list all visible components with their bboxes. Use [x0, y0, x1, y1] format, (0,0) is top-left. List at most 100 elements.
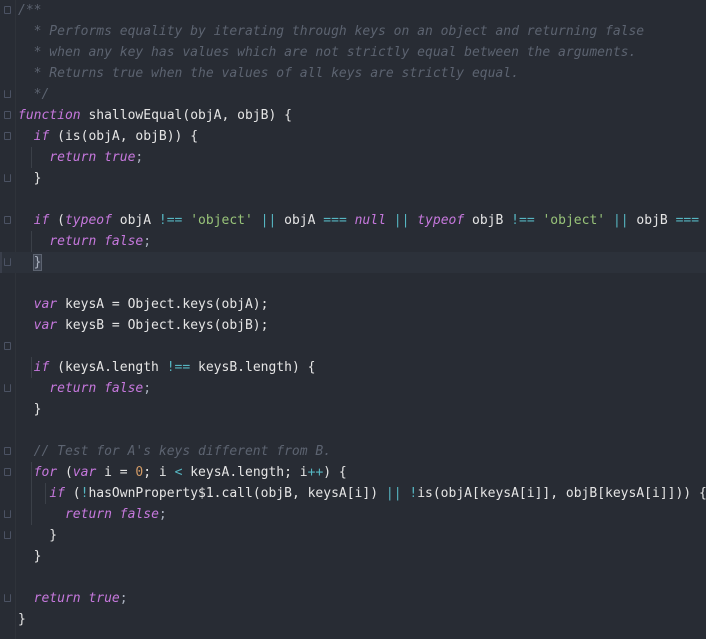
fold-toggle-icon[interactable]: [4, 216, 11, 224]
code-line[interactable]: }: [0, 525, 706, 546]
code-line[interactable]: }: [0, 609, 706, 630]
code-token: return: [33, 591, 81, 606]
fold-toggle-icon[interactable]: [4, 468, 11, 476]
code-line[interactable]: // Test for A's keys different from B.: [0, 441, 706, 462]
code-token: * when any key has values which are not …: [18, 45, 637, 60]
code-token: * Returns true when the values of all ke…: [18, 66, 519, 81]
code-token: !==: [166, 360, 191, 375]
code-token: ||: [612, 213, 629, 228]
code-token: ++: [307, 465, 324, 480]
code-text: }: [18, 168, 42, 189]
code-text: /**: [18, 0, 41, 21]
code-token: (keysA.length: [49, 360, 167, 375]
code-token: !==: [511, 213, 535, 228]
fold-toggle-icon[interactable]: [4, 132, 11, 140]
code-line[interactable]: [0, 336, 706, 357]
code-text: * when any key has values which are not …: [18, 42, 637, 63]
fold-toggle-icon[interactable]: [4, 111, 11, 119]
code-line[interactable]: */: [0, 84, 706, 105]
code-line[interactable]: if (keysA.length !== keysB.length) {: [0, 357, 706, 378]
code-text: return false;: [18, 378, 151, 399]
code-line[interactable]: }: [0, 546, 706, 567]
code-line[interactable]: for (var i = 0; i < keysA.length; i++) {: [0, 462, 706, 483]
code-line[interactable]: return true;: [0, 588, 706, 609]
code-token: keysB.length) {: [190, 360, 316, 375]
code-token: typeof: [417, 213, 465, 228]
code-token: hasOwnProperty$1.call(objB, keysA[i]): [88, 486, 386, 501]
code-token: objA: [276, 213, 324, 228]
code-line[interactable]: var keysB = Object.keys(objB);: [0, 315, 706, 336]
code-token: is(objA[keysA[i]], objB[keysA[i]])) {: [417, 486, 706, 501]
code-token: if: [33, 360, 50, 375]
code-text: * Returns true when the values of all ke…: [18, 63, 519, 84]
code-line[interactable]: return false;: [0, 378, 706, 399]
code-text: * Performs equality by iterating through…: [18, 21, 645, 42]
code-token: keysA = Object.keys(objA);: [57, 297, 269, 312]
code-line[interactable]: }: [0, 399, 706, 420]
code-token: null: [354, 213, 386, 228]
code-line[interactable]: return true;: [0, 147, 706, 168]
code-line[interactable]: [0, 189, 706, 210]
code-token: return: [49, 234, 97, 249]
code-token: if: [33, 129, 50, 144]
code-line[interactable]: if (typeof objA !== 'object' || objA ===…: [0, 210, 706, 231]
code-token: false: [104, 381, 144, 396]
fold-toggle-icon[interactable]: [4, 447, 11, 455]
code-token: for: [33, 465, 58, 480]
fold-toggle-icon[interactable]: [4, 342, 11, 350]
fold-end-marker: [4, 258, 11, 266]
code-token: (: [57, 465, 73, 480]
code-line[interactable]: var keysA = Object.keys(objA);: [0, 294, 706, 315]
code-token: // Test for A's keys different from B.: [33, 444, 332, 459]
code-token: ||: [385, 486, 402, 501]
code-token: true: [104, 150, 136, 165]
code-line[interactable]: return false;: [0, 504, 706, 525]
code-token: objB: [464, 213, 512, 228]
code-line[interactable]: * when any key has values which are not …: [0, 42, 706, 63]
code-token: return: [49, 381, 97, 396]
code-line[interactable]: }: [0, 168, 706, 189]
code-token: return: [64, 507, 112, 522]
code-line[interactable]: }: [0, 252, 706, 273]
code-token: ;: [158, 507, 167, 522]
code-token: var: [33, 318, 58, 333]
fold-toggle-icon[interactable]: [4, 6, 11, 14]
code-token: (: [49, 213, 65, 228]
code-token: 'object': [542, 213, 606, 228]
code-token: ||: [260, 213, 277, 228]
code-text: return false;: [18, 504, 167, 525]
code-text: }: [18, 252, 43, 273]
code-token: shallowEqual(objA, objB) {: [80, 108, 292, 123]
code-editor[interactable]: /** * Performs equality by iterating thr…: [0, 0, 706, 639]
code-token: !==: [158, 213, 183, 228]
code-line[interactable]: /**: [0, 0, 706, 21]
code-token: * Performs equality by iterating through…: [18, 24, 645, 39]
code-text: return false;: [18, 231, 151, 252]
code-line[interactable]: * Performs equality by iterating through…: [0, 21, 706, 42]
code-line[interactable]: [0, 567, 706, 588]
code-token: function: [18, 108, 81, 123]
code-token: false: [119, 507, 159, 522]
code-text: if (! hasOwnProperty$1.call(objB, keysA[i…: [18, 483, 706, 504]
code-token: true: [88, 591, 120, 606]
code-token: if: [49, 486, 65, 501]
code-line[interactable]: return false;: [0, 231, 706, 252]
code-token: false: [104, 234, 144, 249]
code-line[interactable]: * Returns true when the values of all ke…: [0, 63, 706, 84]
code-line[interactable]: if (! hasOwnProperty$1.call(objB, keysA[i…: [0, 483, 706, 504]
code-line[interactable]: function shallowEqual(objA, objB) {: [0, 105, 706, 126]
code-line[interactable]: [0, 273, 706, 294]
code-line[interactable]: [0, 420, 706, 441]
code-line[interactable]: if (is(objA, objB)) {: [0, 126, 706, 147]
fold-end-marker: [4, 174, 11, 182]
code-token: ;: [135, 150, 144, 165]
current-line-marker: [0, 252, 2, 273]
